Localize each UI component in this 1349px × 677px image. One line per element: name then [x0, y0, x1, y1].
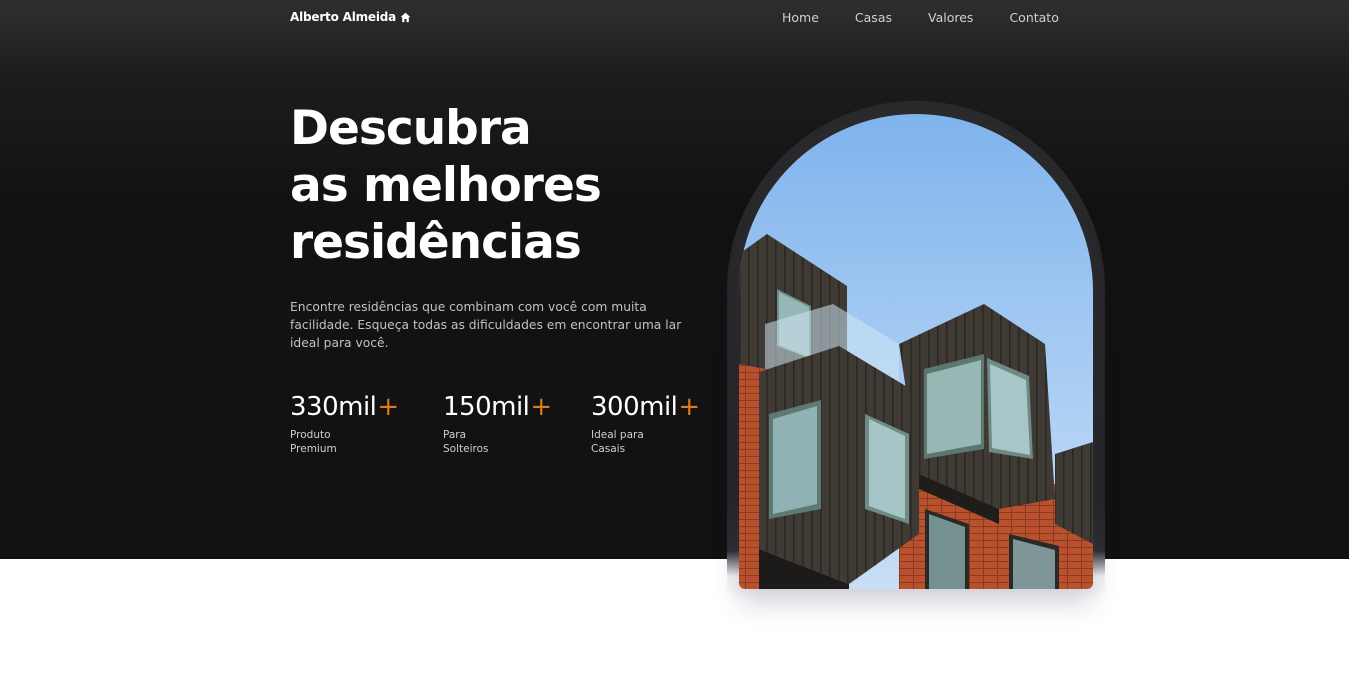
- stat-value: 150mil: [443, 392, 530, 422]
- stat-label: Solteiros: [443, 443, 489, 455]
- stat-premium: 330mil + Produto Premium: [290, 390, 399, 456]
- stat-solteiros: 150mil + Para Solteiros: [443, 390, 552, 456]
- stat-label: Premium: [290, 443, 337, 455]
- stat-value: 330mil: [290, 392, 377, 422]
- stat-casais: 300mil + Ideal para Casais: [591, 390, 700, 456]
- nav-link-valores[interactable]: Valores: [928, 10, 973, 25]
- stat-label: Casais: [591, 443, 626, 455]
- stat-plus: +: [530, 392, 552, 422]
- nav-link-contato[interactable]: Contato: [1009, 10, 1058, 25]
- home-icon: [400, 12, 411, 23]
- stat-label: Produto: [290, 429, 331, 441]
- stat-plus: +: [377, 392, 399, 422]
- main-nav: Home Casas Valores Contato: [782, 9, 1059, 25]
- nav-link-home[interactable]: Home: [782, 10, 819, 25]
- hero-section: Alberto Almeida Home Casas Valores Conta…: [0, 0, 1349, 559]
- headline-line: as melhores: [290, 158, 602, 213]
- stat-label: Ideal para: [591, 429, 644, 441]
- headline-line: Descubra: [290, 101, 532, 156]
- building-photo: [739, 114, 1093, 589]
- stat-value: 300mil: [591, 392, 678, 422]
- stat-plus: +: [678, 392, 700, 422]
- brand-name: Alberto Almeida: [290, 10, 397, 24]
- hero-subtitle: Encontre residências que combinam com vo…: [290, 300, 682, 350]
- brand-logo[interactable]: Alberto Almeida: [290, 9, 411, 25]
- nav-link-casas[interactable]: Casas: [855, 10, 892, 25]
- headline-line: residências: [290, 215, 582, 270]
- hero-headline: Descubra as melhores residências: [290, 100, 720, 271]
- stat-label: Para: [443, 429, 467, 441]
